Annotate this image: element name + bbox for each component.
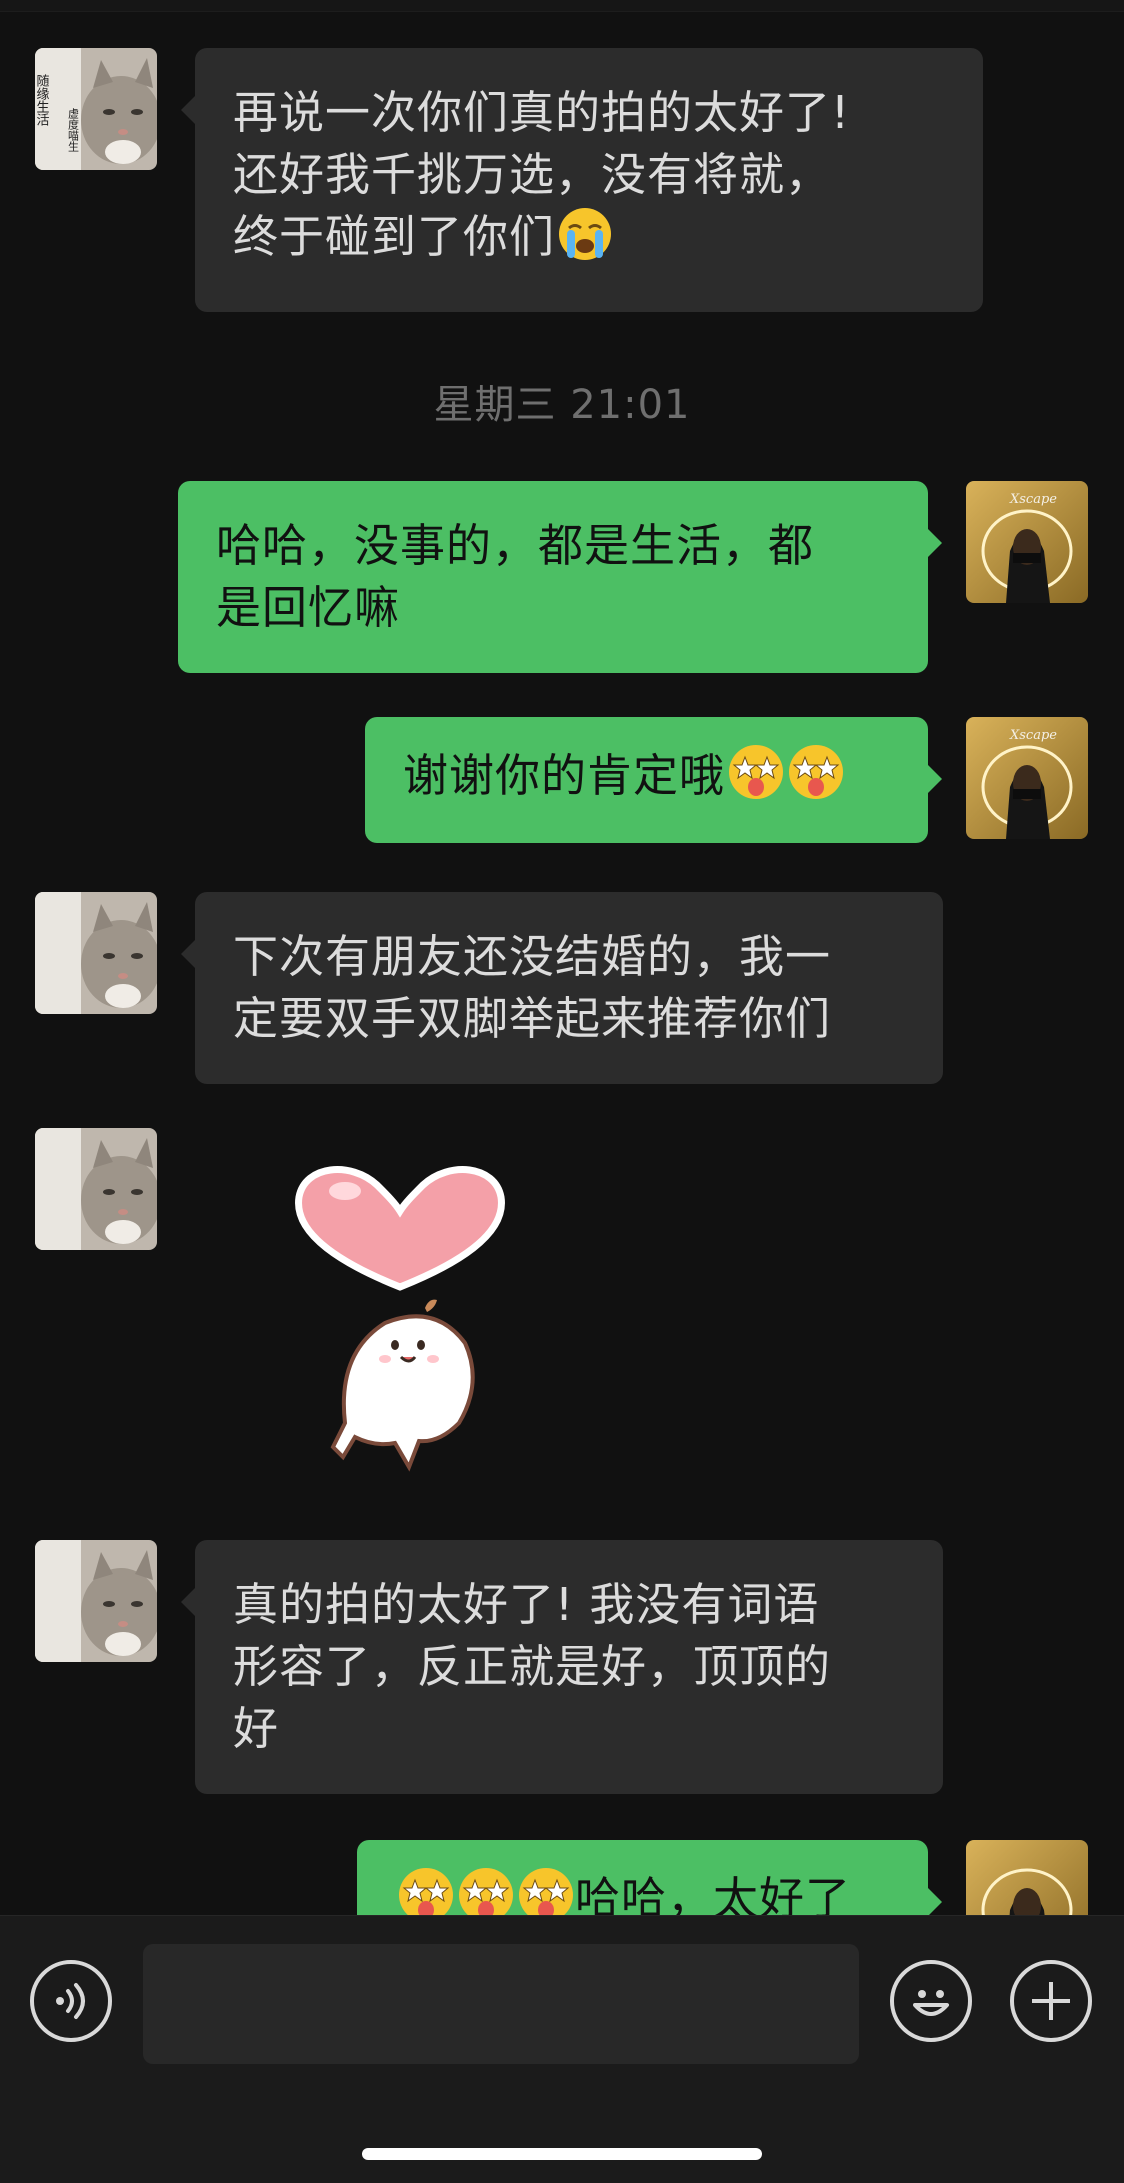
emoji-icon[interactable] <box>890 1960 972 2042</box>
message-bubble-outgoing[interactable]: 谢谢你的肯定哦 <box>365 717 942 843</box>
starstruck-emoji-icon <box>787 743 845 817</box>
message-line: 下次有朋友还没结婚的，我一 <box>233 930 832 983</box>
contact-avatar[interactable]: 随缘生活 虚度喵生 <box>35 48 157 170</box>
message-line: 谢谢你的肯定哦 <box>403 743 892 817</box>
self-avatar[interactable]: Xscape <box>966 717 1088 839</box>
message-line: 好 <box>233 1702 280 1755</box>
message-line: 再说一次你们真的拍的太好了! <box>233 86 851 139</box>
voice-icon[interactable] <box>30 1960 112 2042</box>
message-bubble-incoming[interactable]: 再说一次你们真的拍的太好了! 还好我千挑万选，没有将就， 终于碰到了你们 <box>181 48 983 312</box>
heart-mochi-sticker[interactable] <box>285 1155 515 1475</box>
plus-icon[interactable] <box>1010 1960 1092 2042</box>
message-line: 真的拍的太好了! 我没有词语 <box>233 1578 820 1631</box>
crying-face-icon <box>557 206 613 278</box>
contact-avatar[interactable] <box>35 1540 157 1662</box>
contact-avatar[interactable] <box>35 892 157 1014</box>
message-text: 终于碰到了你们 <box>233 210 556 263</box>
message-text: 谢谢你的肯定哦 <box>403 749 726 802</box>
self-avatar[interactable]: Xscape <box>966 481 1088 603</box>
message-line: 终于碰到了你们 <box>233 206 947 278</box>
message-line: 还好我千挑万选，没有将就， <box>233 148 832 201</box>
avatar-caption-1: 随缘生活 <box>35 74 49 126</box>
message-line: 定要双手双脚举起来推荐你们 <box>233 992 832 1045</box>
top-divider <box>0 0 1124 12</box>
avatar-caption-2: 虚度喵生 <box>67 108 80 152</box>
contact-avatar[interactable] <box>35 1128 157 1250</box>
chat-screen: 随缘生活 虚度喵生 再说一次你们真的拍的太好了! 还好我千挑万选，没有将就， 终… <box>0 0 1124 2183</box>
message-bubble-outgoing[interactable]: 哈哈，没事的，都是生活，都 是回忆嘛 <box>178 481 942 673</box>
message-bubble-incoming[interactable]: 真的拍的太好了! 我没有词语 形容了，反正就是好，顶顶的 好 <box>181 1540 943 1794</box>
home-indicator[interactable] <box>362 2148 762 2160</box>
message-line: 形容了，反正就是好，顶顶的 <box>233 1640 832 1693</box>
message-input[interactable] <box>143 1944 859 2064</box>
album-title: Xscape <box>1009 728 1057 743</box>
chat-timestamp: 星期三 21:01 <box>433 382 691 428</box>
input-bar <box>0 1915 1124 2183</box>
message-bubble-incoming[interactable]: 下次有朋友还没结婚的，我一 定要双手双脚举起来推荐你们 <box>181 892 943 1084</box>
message-line: 哈哈，没事的，都是生活，都 <box>216 519 815 572</box>
starstruck-emoji-icon <box>727 743 785 817</box>
message-line: 是回忆嘛 <box>216 581 401 634</box>
album-title: Xscape <box>1009 492 1057 507</box>
